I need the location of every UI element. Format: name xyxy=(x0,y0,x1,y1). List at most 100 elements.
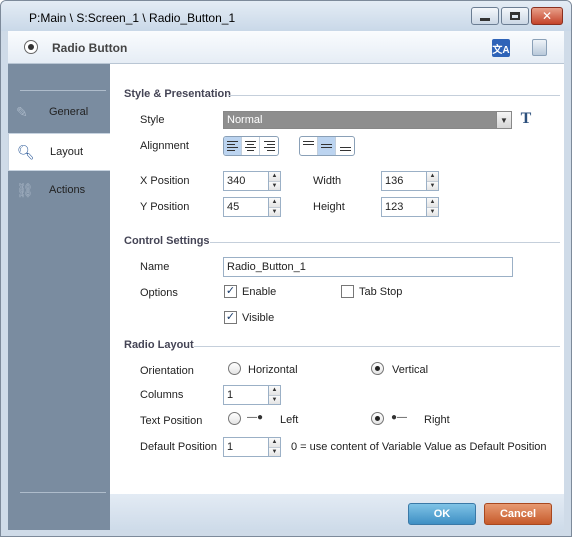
y-position-label: Y Position xyxy=(140,201,190,213)
spin-up-icon[interactable]: ▲ xyxy=(427,172,438,182)
font-icon[interactable]: T xyxy=(516,110,536,130)
maximize-button[interactable] xyxy=(501,7,529,25)
enable-checkbox[interactable]: ✓ xyxy=(224,285,237,298)
style-select[interactable]: Normal ▼ xyxy=(223,111,512,129)
section-divider xyxy=(228,95,560,96)
default-position-input[interactable]: 1 xyxy=(223,437,269,457)
note-icon[interactable] xyxy=(532,39,547,56)
title-bar[interactable]: P:Main \ S:Screen_1 \ Radio_Button_1 ✕ xyxy=(1,1,571,31)
columns-input[interactable]: 1 xyxy=(223,385,269,405)
sidebar: ✎ General 🔍︎ Layout ⛓ Actions xyxy=(8,64,110,530)
style-value: Normal xyxy=(227,114,263,126)
vertical-alignment-group xyxy=(299,136,355,156)
dialog-footer: OK Cancel xyxy=(110,494,564,530)
align-bottom-icon xyxy=(339,141,351,151)
columns-spin-buttons: ▲ ▼ xyxy=(269,385,281,405)
right-label: Right xyxy=(424,414,450,426)
layout-panel: Style & Presentation Style Normal ▼ T Al… xyxy=(110,64,564,494)
spin-down-icon[interactable]: ▼ xyxy=(269,207,280,216)
dialog-title: Radio Button xyxy=(52,41,128,55)
align-top-button[interactable] xyxy=(300,137,318,155)
spin-down-icon[interactable]: ▼ xyxy=(269,447,280,456)
x-position-input[interactable]: 340 xyxy=(223,171,269,191)
width-spin-buttons: ▲ ▼ xyxy=(427,171,439,191)
spin-down-icon[interactable]: ▼ xyxy=(269,395,280,404)
section-title: Control Settings xyxy=(124,235,210,247)
y-position-spin-buttons: ▲ ▼ xyxy=(269,197,281,217)
default-position-hint: 0 = use content of Variable Value as Def… xyxy=(291,441,547,453)
height-spin-buttons: ▲ ▼ xyxy=(427,197,439,217)
sidebar-divider xyxy=(20,492,106,493)
y-position-input[interactable]: 45 xyxy=(223,197,269,217)
close-icon: ✕ xyxy=(541,9,553,23)
minimize-icon xyxy=(480,17,490,21)
y-position-stepper: 45 ▲ ▼ xyxy=(223,197,281,217)
default-position-label: Default Position xyxy=(140,441,218,453)
text-left-radio[interactable] xyxy=(228,412,241,425)
height-input[interactable]: 123 xyxy=(381,197,427,217)
options-label: Options xyxy=(140,287,178,299)
ok-button[interactable]: OK xyxy=(408,503,476,525)
align-right-button[interactable] xyxy=(260,137,278,155)
text-position-label: Text Position xyxy=(140,415,203,427)
window-title: P:Main \ S:Screen_1 \ Radio_Button_1 xyxy=(29,11,236,25)
align-center-icon xyxy=(245,141,256,151)
style-label: Style xyxy=(140,114,165,126)
height-label: Height xyxy=(313,201,345,213)
sidebar-item-label: Layout xyxy=(50,146,84,158)
left-label: Left xyxy=(280,414,299,426)
spin-up-icon[interactable]: ▲ xyxy=(269,438,280,448)
width-label: Width xyxy=(313,175,342,187)
visible-checkbox[interactable]: ✓ xyxy=(224,311,237,324)
spin-up-icon[interactable]: ▲ xyxy=(269,172,280,182)
spin-up-icon[interactable]: ▲ xyxy=(269,198,280,208)
x-position-stepper: 340 ▲ ▼ xyxy=(223,171,281,191)
sidebar-item-label: General xyxy=(49,106,89,118)
height-stepper: 123 ▲ ▼ xyxy=(381,197,439,217)
align-left-button[interactable] xyxy=(224,137,242,155)
translate-icon[interactable]: 文A xyxy=(492,39,510,57)
sidebar-divider xyxy=(20,90,106,91)
align-bottom-button[interactable] xyxy=(336,137,354,155)
align-middle-icon xyxy=(321,141,332,151)
spin-up-icon[interactable]: ▲ xyxy=(269,386,280,396)
horizontal-label: Horizontal xyxy=(248,364,298,376)
magnifier-icon: 🔍︎ xyxy=(17,144,35,160)
section-divider xyxy=(194,346,560,347)
vertical-radio[interactable] xyxy=(371,362,384,375)
close-button[interactable]: ✕ xyxy=(531,7,563,25)
horizontal-alignment-group xyxy=(223,136,279,156)
spin-up-icon[interactable]: ▲ xyxy=(427,198,438,208)
x-position-spin-buttons: ▲ ▼ xyxy=(269,171,281,191)
sidebar-item-label: Actions xyxy=(49,184,86,196)
text-right-radio[interactable] xyxy=(371,412,384,425)
align-middle-button[interactable] xyxy=(318,137,336,155)
dialog-header: Radio Button 文A xyxy=(8,31,564,64)
spin-down-icon[interactable]: ▼ xyxy=(269,181,280,190)
alignment-label: Alignment xyxy=(140,140,189,152)
tab-stop-checkbox[interactable] xyxy=(341,285,354,298)
text-left-icon: —● xyxy=(247,412,264,423)
orientation-label: Orientation xyxy=(140,365,194,377)
width-stepper: 136 ▲ ▼ xyxy=(381,171,439,191)
sidebar-item-layout[interactable]: 🔍︎ Layout xyxy=(8,133,110,171)
sidebar-item-actions[interactable]: ⛓ Actions xyxy=(8,172,110,210)
default-position-stepper: 1 ▲ ▼ xyxy=(223,437,281,457)
x-position-label: X Position xyxy=(140,175,190,187)
width-input[interactable]: 136 xyxy=(381,171,427,191)
chevron-down-icon[interactable]: ▼ xyxy=(496,112,511,128)
section-divider xyxy=(210,242,560,243)
align-right-icon xyxy=(263,141,275,151)
radio-button-icon xyxy=(24,40,38,54)
maximize-icon xyxy=(510,12,520,20)
window-controls: ✕ xyxy=(471,7,563,25)
section-title: Style & Presentation xyxy=(124,88,231,100)
cancel-button[interactable]: Cancel xyxy=(484,503,552,525)
spin-down-icon[interactable]: ▼ xyxy=(427,207,438,216)
spin-down-icon[interactable]: ▼ xyxy=(427,181,438,190)
name-field[interactable]: Radio_Button_1 xyxy=(223,257,513,277)
minimize-button[interactable] xyxy=(471,7,499,25)
horizontal-radio[interactable] xyxy=(228,362,241,375)
sidebar-item-general[interactable]: ✎ General xyxy=(8,94,110,132)
align-center-button[interactable] xyxy=(242,137,260,155)
